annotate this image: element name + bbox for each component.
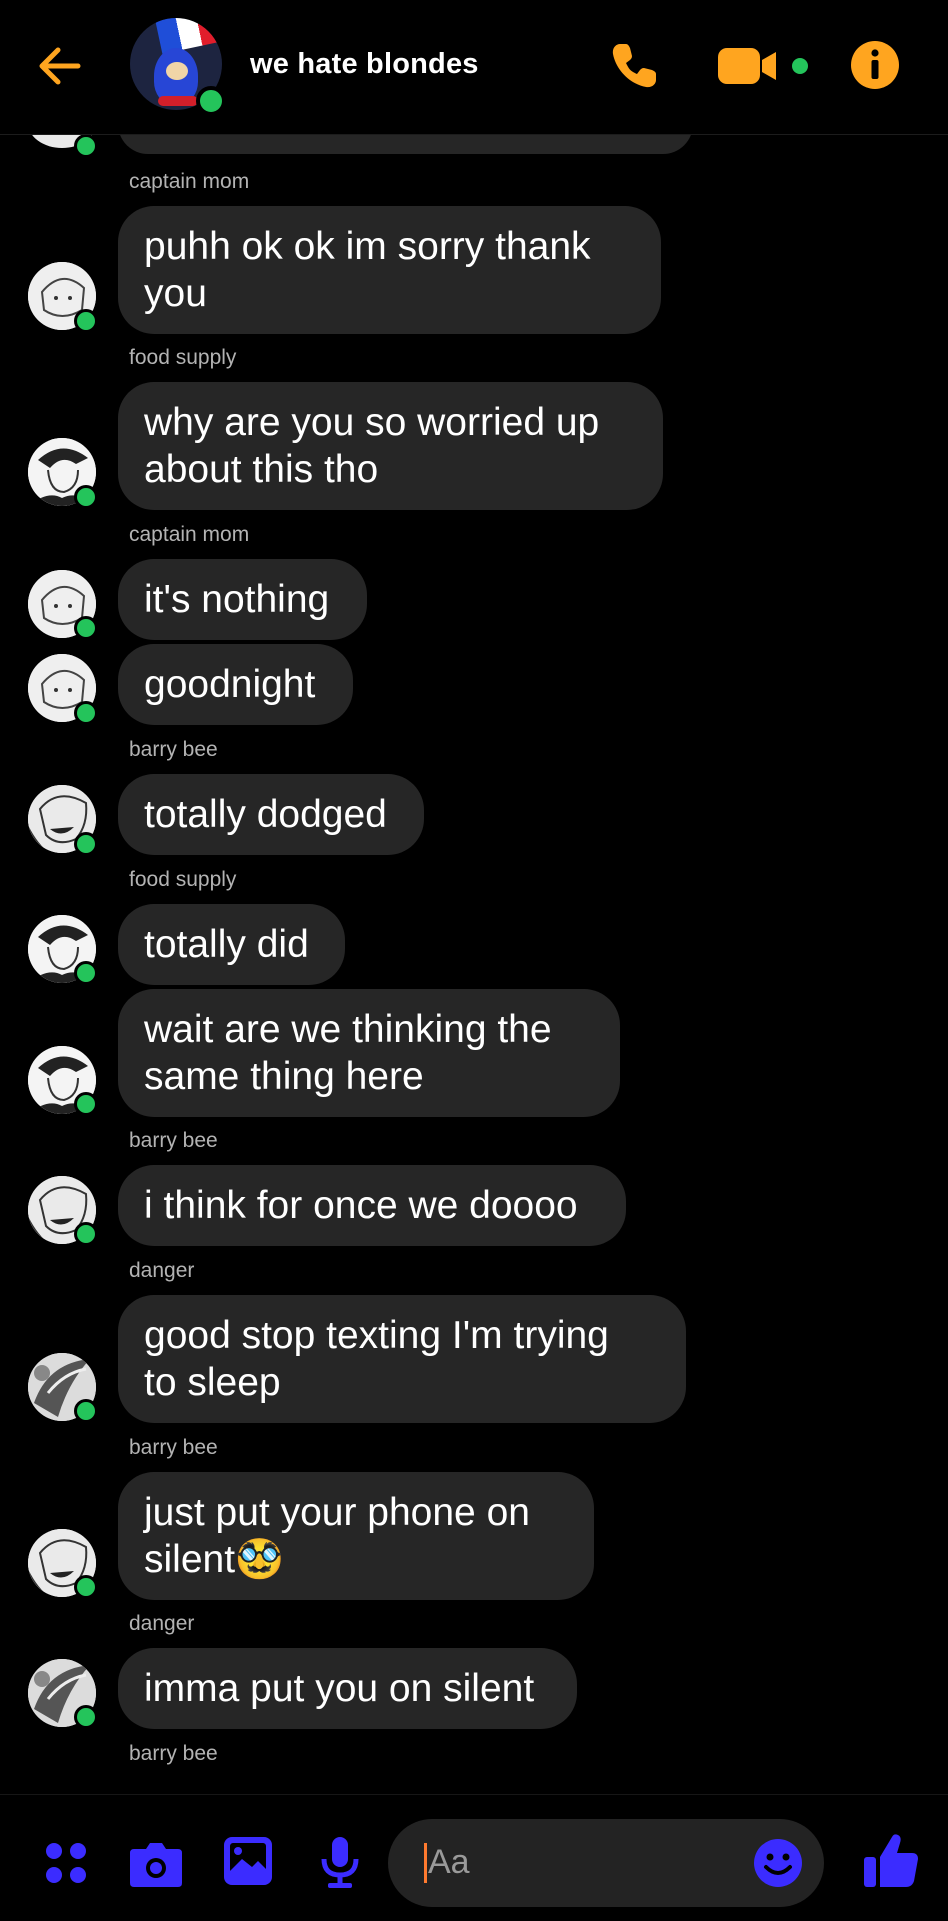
video-active-dot bbox=[792, 58, 808, 74]
message-bubble[interactable]: i think for once we doooo bbox=[118, 1165, 626, 1246]
microphone-icon[interactable] bbox=[318, 1835, 362, 1891]
online-indicator bbox=[74, 309, 98, 333]
message-bubble[interactable]: imma put you on silent bbox=[118, 1648, 577, 1729]
online-indicator bbox=[74, 1705, 98, 1729]
sender-name: captain mom bbox=[129, 170, 250, 193]
sender-name: barry bee bbox=[129, 1436, 218, 1459]
composer-bar: Aa bbox=[0, 1794, 948, 1921]
online-indicator bbox=[74, 485, 98, 509]
online-indicator bbox=[196, 86, 226, 116]
message-bubble[interactable]: good stop texting I'm trying to sleep bbox=[118, 1295, 686, 1423]
video-camera-icon[interactable] bbox=[716, 44, 780, 88]
info-icon[interactable] bbox=[850, 40, 900, 90]
chat-header: we hate blondes bbox=[0, 0, 948, 135]
message-bubble[interactable]: just put your phone on silent🥸 bbox=[118, 1472, 594, 1600]
message-input-placeholder: Aa bbox=[428, 1843, 470, 1881]
gallery-icon[interactable] bbox=[222, 1835, 274, 1887]
sender-name: food supply bbox=[129, 868, 237, 891]
online-indicator bbox=[74, 1575, 98, 1599]
message-bubble[interactable]: why are you so worried up about this tho bbox=[118, 382, 663, 510]
emoji-icon[interactable] bbox=[752, 1837, 804, 1889]
text-caret bbox=[424, 1843, 427, 1883]
chat-title[interactable]: we hate blondes bbox=[250, 48, 479, 81]
online-indicator bbox=[74, 616, 98, 640]
back-arrow-icon[interactable] bbox=[32, 38, 88, 94]
online-indicator bbox=[74, 1399, 98, 1423]
message-bubble[interactable]: puhh ok ok im sorry thank you bbox=[118, 206, 661, 334]
message-list[interactable]: captain mom puhh ok ok im sorry thank yo… bbox=[0, 134, 948, 1794]
message-bubble[interactable]: totally did bbox=[118, 904, 345, 985]
sender-name: danger bbox=[129, 1612, 195, 1635]
sender-name: danger bbox=[129, 1259, 195, 1282]
online-indicator bbox=[74, 701, 98, 725]
online-indicator bbox=[74, 832, 98, 856]
online-indicator bbox=[74, 1222, 98, 1246]
online-indicator bbox=[74, 134, 98, 158]
online-indicator bbox=[74, 1092, 98, 1116]
message-input[interactable]: Aa bbox=[388, 1819, 824, 1907]
phone-icon[interactable] bbox=[606, 38, 662, 94]
sender-name: barry bee bbox=[129, 1129, 218, 1152]
sender-name: captain mom bbox=[129, 523, 250, 546]
message-bubble[interactable]: it's nothing bbox=[118, 559, 367, 640]
online-indicator bbox=[74, 961, 98, 985]
message-bubble-partial[interactable] bbox=[118, 134, 693, 154]
thumbs-up-icon[interactable] bbox=[862, 1831, 920, 1891]
message-bubble[interactable]: totally dodged bbox=[118, 774, 424, 855]
message-bubble[interactable]: goodnight bbox=[118, 644, 353, 725]
sender-name: food supply bbox=[129, 346, 237, 369]
sender-name: barry bee bbox=[129, 1742, 218, 1765]
sender-name: barry bee bbox=[129, 738, 218, 761]
camera-icon[interactable] bbox=[128, 1837, 184, 1889]
menu-dots-icon[interactable] bbox=[44, 1841, 88, 1885]
message-bubble[interactable]: wait are we thinking the same thing here bbox=[118, 989, 620, 1117]
